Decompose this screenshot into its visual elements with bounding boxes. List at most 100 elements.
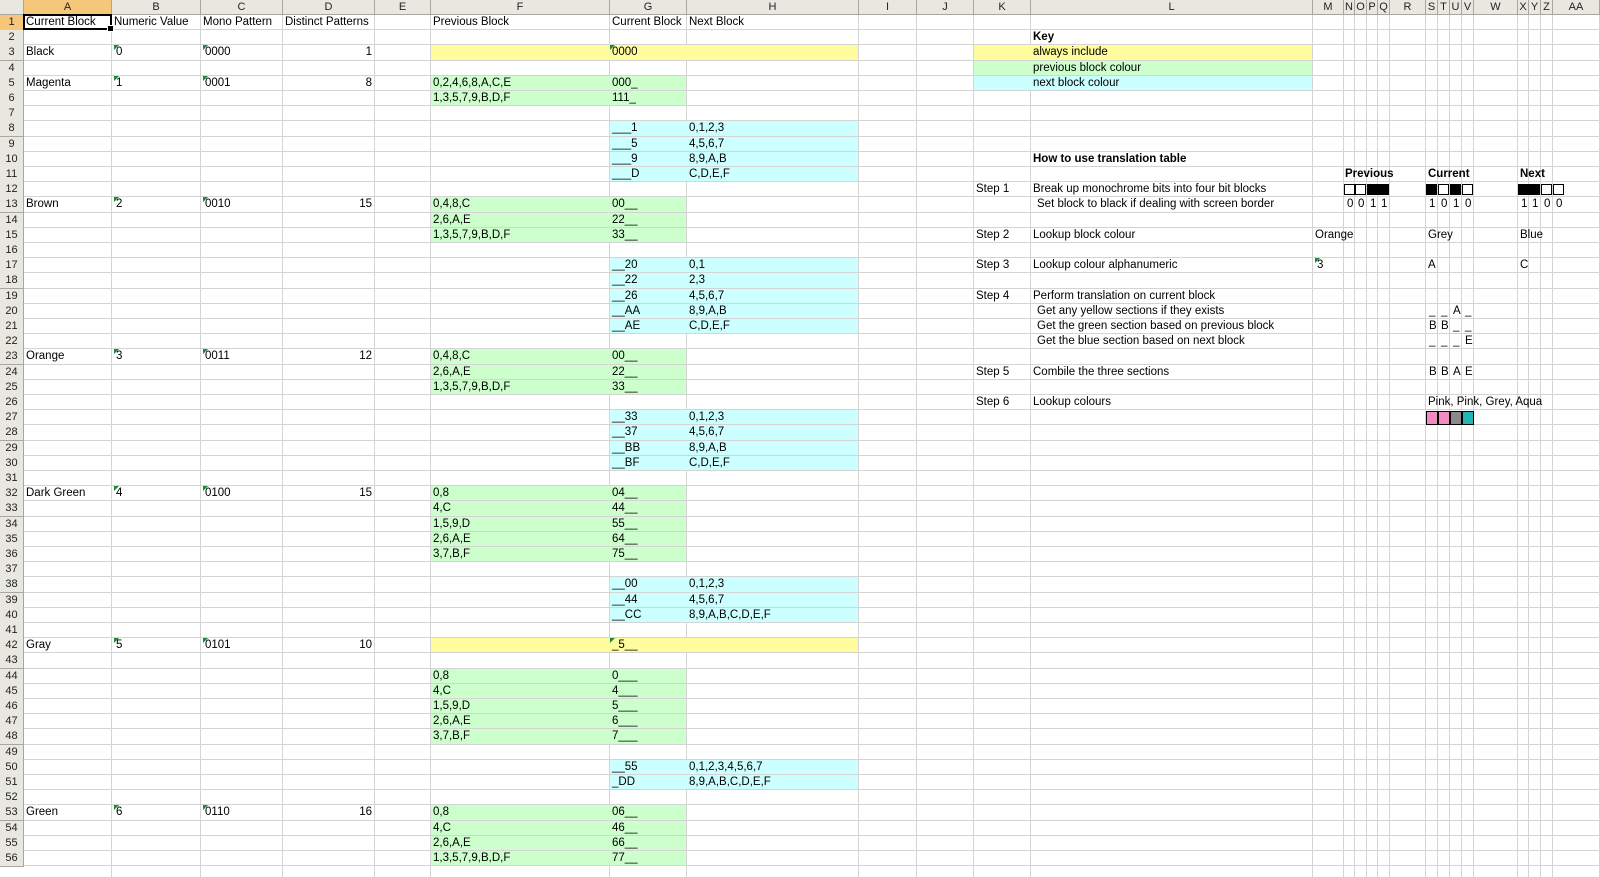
color-name-cell[interactable]: Dark Green — [24, 486, 85, 501]
current-block-cell[interactable]: _DD — [610, 775, 635, 790]
previous-block-cell[interactable]: 1,3,5,7,9,B,D,F — [431, 851, 510, 866]
row-header-20[interactable]: 20 — [0, 303, 24, 320]
current-block-cell[interactable]: __22 — [610, 273, 638, 288]
distinct-patterns-cell[interactable]: 8 — [283, 76, 375, 91]
column-header-e[interactable]: E — [375, 0, 431, 15]
step-text[interactable]: Get any yellow sections if they exists — [1035, 304, 1224, 319]
current-block-cell[interactable]: ___9 — [610, 152, 638, 167]
previous-block-cell[interactable]: 1,3,5,7,9,B,D,F — [431, 91, 510, 106]
bit-digit-next[interactable]: 0 — [1542, 197, 1550, 212]
step-label[interactable]: Step 3 — [974, 258, 1009, 273]
row-header-52[interactable]: 52 — [0, 790, 24, 807]
row-header-51[interactable]: 51 — [0, 775, 24, 791]
row-header-28[interactable]: 28 — [0, 425, 24, 442]
column-header-g[interactable]: G — [610, 0, 687, 15]
header-distinct-patterns[interactable]: Distinct Patterns — [283, 15, 369, 30]
step-label[interactable]: Step 5 — [974, 365, 1009, 380]
step4-cell[interactable]: _ — [1451, 319, 1459, 334]
step-text[interactable]: Set block to black if dealing with scree… — [1035, 197, 1274, 212]
next-block-cell[interactable]: 4,5,6,7 — [687, 425, 724, 440]
distinct-patterns-cell[interactable]: 1 — [283, 45, 375, 60]
step2-previous-value[interactable]: Orange — [1313, 228, 1353, 243]
column-header-v[interactable]: V — [1462, 0, 1474, 15]
next-block-cell[interactable]: 4,5,6,7 — [687, 593, 724, 608]
next-block-cell[interactable]: 2,3 — [687, 273, 705, 288]
step-text[interactable]: Lookup colours — [1031, 395, 1111, 410]
bit-digit-next[interactable]: 1 — [1530, 197, 1538, 212]
step-text[interactable]: Get the green section based on previous … — [1035, 319, 1274, 334]
current-block-cell[interactable]: ___5 — [610, 137, 638, 152]
step-text[interactable]: Lookup block colour — [1031, 228, 1135, 243]
row-header-41[interactable]: 41 — [0, 623, 24, 639]
next-block-cell[interactable]: 8,9,A,B,C,D,E,F — [687, 775, 771, 790]
previous-block-cell[interactable]: 0,2,4,6,8,A,C,E — [431, 76, 511, 91]
row-header-9[interactable]: 9 — [0, 136, 24, 153]
distinct-patterns-cell[interactable]: 15 — [283, 197, 375, 212]
numeric-value-cell[interactable]: 0 — [114, 45, 122, 60]
column-header-f[interactable]: F — [431, 0, 610, 15]
numeric-value-cell[interactable]: 6 — [114, 805, 122, 820]
current-block-cell[interactable]: __55 — [610, 760, 638, 775]
current-block-cell[interactable]: __00 — [610, 577, 638, 592]
previous-block-cell[interactable]: 1,5,9,D — [431, 517, 470, 532]
step4-cell[interactable]: B — [1439, 319, 1449, 334]
row-header-47[interactable]: 47 — [0, 714, 24, 731]
bit-digit-previous[interactable]: 1 — [1379, 197, 1387, 212]
column-header-a[interactable]: A — [24, 0, 112, 15]
column-header-y[interactable]: Y — [1529, 0, 1541, 15]
row-header-37[interactable]: 37 — [0, 562, 24, 579]
step4-cell[interactable]: B — [1427, 319, 1437, 334]
current-block-cell[interactable]: 00__ — [610, 197, 638, 212]
header-previous-block[interactable]: Previous Block — [431, 15, 509, 30]
step4-cell[interactable]: A — [1451, 304, 1461, 319]
key-label-green[interactable]: previous block colour — [1031, 61, 1141, 76]
column-header-q[interactable]: Q — [1378, 0, 1390, 15]
mono-pattern-cell[interactable]: 0000 — [203, 45, 231, 60]
current-block-cell[interactable]: __BF — [610, 456, 640, 471]
step2-next-value[interactable]: Blue — [1518, 228, 1543, 243]
previous-block-cell[interactable]: 1,3,5,7,9,B,D,F — [431, 228, 510, 243]
distinct-patterns-cell[interactable]: 15 — [283, 486, 375, 501]
row-header-54[interactable]: 54 — [0, 820, 24, 837]
previous-block-cell[interactable]: 2,6,A,E — [431, 213, 471, 228]
previous-block-cell[interactable]: 2,6,A,E — [431, 532, 471, 547]
previous-block-cell[interactable]: 3,7,B,F — [431, 547, 470, 562]
column-header-k[interactable]: K — [974, 0, 1031, 15]
color-name-cell[interactable]: Gray — [24, 638, 51, 653]
row-header-16[interactable]: 16 — [0, 243, 24, 259]
step4-cell[interactable]: _ — [1427, 334, 1435, 349]
current-block-cell[interactable]: __AA — [610, 304, 640, 319]
row-header-23[interactable]: 23 — [0, 349, 24, 366]
color-name-cell[interactable]: Green — [24, 805, 58, 820]
current-block-cell[interactable]: __44 — [610, 593, 638, 608]
numeric-value-cell[interactable]: 4 — [114, 486, 122, 501]
column-header-u[interactable]: U — [1450, 0, 1462, 15]
next-block-cell[interactable]: 8,9,A,B — [687, 152, 727, 167]
next-block-cell[interactable]: 0,1,2,3 — [687, 121, 724, 136]
row-header-18[interactable]: 18 — [0, 273, 24, 290]
row-header-7[interactable]: 7 — [0, 106, 24, 123]
header-numeric-value[interactable]: Numeric Value — [112, 15, 189, 30]
column-header-r[interactable]: R — [1390, 0, 1426, 15]
next-block-cell[interactable]: 8,9,A,B,C,D,E,F — [687, 608, 771, 623]
step5-cell[interactable]: E — [1463, 365, 1473, 380]
row-header-55[interactable]: 55 — [0, 835, 24, 852]
current-block-cell[interactable]: 33__ — [610, 228, 638, 243]
current-block-cell[interactable]: 22__ — [610, 365, 638, 380]
row-header-25[interactable]: 25 — [0, 379, 24, 396]
bit-digit-current[interactable]: 1 — [1427, 197, 1435, 212]
current-block-cell[interactable]: __37 — [610, 425, 638, 440]
bit-digit-previous[interactable]: 1 — [1368, 197, 1376, 212]
distinct-patterns-cell[interactable]: 10 — [283, 638, 375, 653]
numeric-value-cell[interactable]: 3 — [114, 349, 122, 364]
numeric-value-cell[interactable]: 5 — [114, 638, 122, 653]
current-block-cell[interactable]: 7___ — [610, 729, 638, 744]
step5-cell[interactable]: B — [1439, 365, 1449, 380]
mono-pattern-cell[interactable]: 0001 — [203, 75, 231, 91]
current-block-cell[interactable]: __AE — [610, 319, 640, 334]
row-header-45[interactable]: 45 — [0, 683, 24, 700]
step4-cell[interactable]: _ — [1439, 334, 1447, 349]
column-header-w[interactable]: W — [1474, 0, 1518, 15]
row-header-48[interactable]: 48 — [0, 729, 24, 746]
step3-previous-value[interactable]: 3 — [1315, 258, 1323, 273]
